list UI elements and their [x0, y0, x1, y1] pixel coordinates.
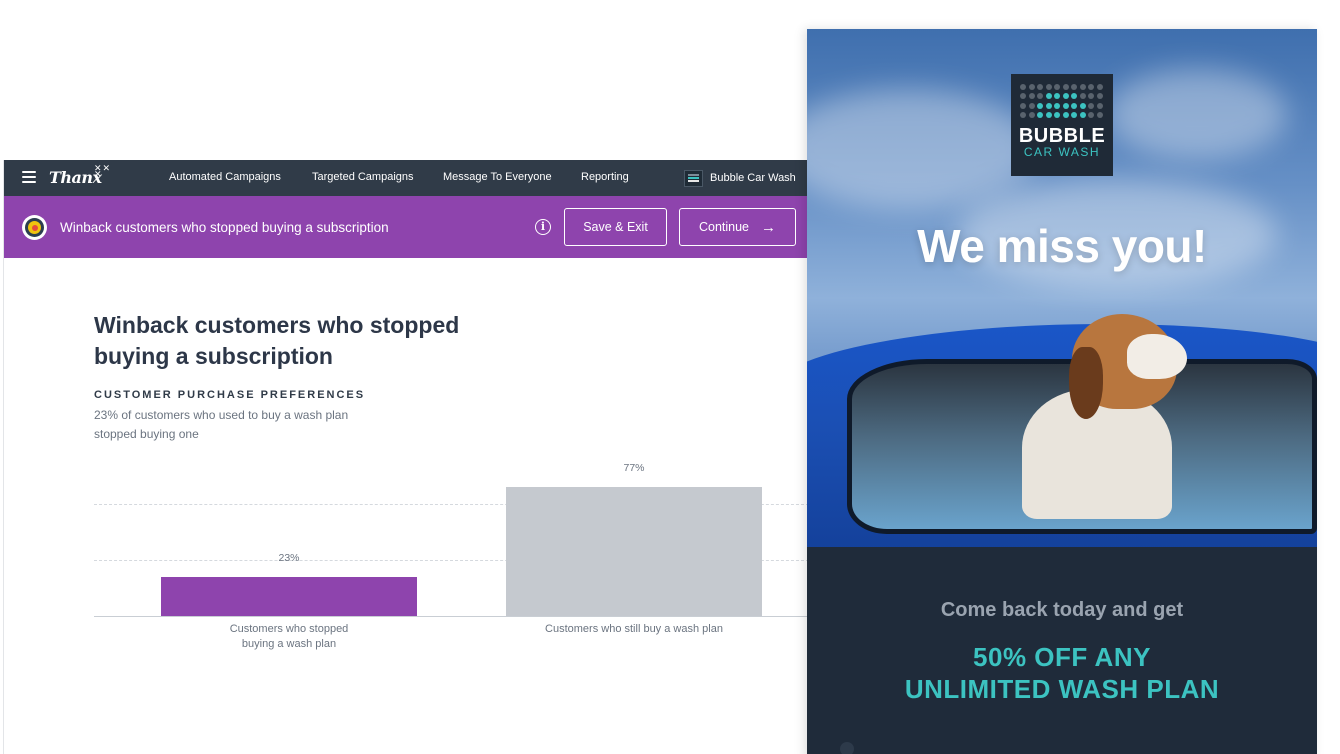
brand-name: BUBBLE	[1018, 125, 1106, 147]
campaign-header-bar: Winback customers who stopped buying a s…	[4, 196, 814, 258]
top-navigation-bar: Thanx ✕✕ ✕ Automated Campaigns Targeted C…	[4, 160, 814, 196]
hero-image: BUBBLE CAR WASH We miss you!	[807, 29, 1317, 547]
merchant-logo-icon	[684, 169, 703, 187]
promo-lead-text: Come back today and get	[940, 599, 1184, 621]
promo-offer: 50% OFF ANY UNLIMITED WASH PLAN	[807, 641, 1317, 705]
section-label: CUSTOMER PURCHASE PREFERENCES	[94, 389, 366, 401]
chart-data-label: 23%	[278, 552, 300, 565]
scroll-indicator	[840, 742, 854, 754]
campaign-content: Winback customers who stopped buying a s…	[4, 258, 814, 754]
arrow-right-icon: →	[761, 218, 777, 236]
page-title: Winback customers who stopped buying a s…	[94, 312, 460, 369]
chart-data-label: 77%	[623, 461, 645, 474]
purchase-preferences-chart: 23% Customers who stopped buying a wash p…	[94, 456, 814, 676]
screenshot-stage: Thanx ✕✕ ✕ Automated Campaigns Targeted C…	[0, 0, 1340, 754]
dog-ear	[1069, 347, 1103, 419]
dog-snout	[1127, 334, 1187, 379]
chart-baseline	[94, 616, 814, 617]
brand-subtitle: CAR WASH	[1023, 145, 1101, 159]
account-switcher[interactable]: Bubble Car Wash	[684, 169, 796, 187]
nav-message-to-everyone[interactable]: Message To Everyone	[443, 171, 552, 183]
email-preview: BUBBLE CAR WASH We miss you! Come back t…	[807, 29, 1317, 754]
info-icon[interactable]: i	[535, 219, 551, 235]
promo-section: Come back today and get 50% OFF ANY UNLI…	[807, 547, 1317, 754]
save-and-exit-label: Save & Exit	[583, 220, 648, 234]
account-name: Bubble Car Wash	[710, 172, 796, 184]
bubble-car-wash-logo: BUBBLE CAR WASH	[1011, 74, 1113, 176]
target-icon	[22, 215, 47, 240]
continue-button[interactable]: Continue →	[679, 208, 796, 246]
promo-offer-line-2: UNLIMITED WASH PLAN	[904, 674, 1220, 704]
menu-icon[interactable]	[22, 171, 36, 183]
chart-bar	[161, 577, 417, 616]
save-and-exit-button[interactable]: Save & Exit	[564, 208, 667, 246]
promo-offer-line-1: 50% OFF ANY	[973, 642, 1151, 672]
campaign-title: Winback customers who stopped buying a s…	[60, 220, 389, 235]
campaign-builder-window: Thanx ✕✕ ✕ Automated Campaigns Targeted C…	[3, 160, 814, 754]
chart-category-label: Customers who stopped buying a wash plan	[229, 623, 349, 650]
nav-reporting[interactable]: Reporting	[581, 171, 629, 183]
section-description: 23% of customers who used to buy a wash …	[94, 408, 349, 441]
logo-sparkle-icon: ✕✕ ✕	[94, 163, 112, 179]
logo-dots	[1020, 84, 1104, 120]
chart-category-label: Customers who still buy a wash plan	[545, 623, 723, 635]
continue-label: Continue	[698, 220, 750, 234]
email-headline: We miss you!	[917, 220, 1207, 272]
nav-automated-campaigns[interactable]: Automated Campaigns	[169, 171, 281, 183]
nav-targeted-campaigns[interactable]: Targeted Campaigns	[312, 171, 414, 183]
chart-bar	[506, 486, 762, 616]
